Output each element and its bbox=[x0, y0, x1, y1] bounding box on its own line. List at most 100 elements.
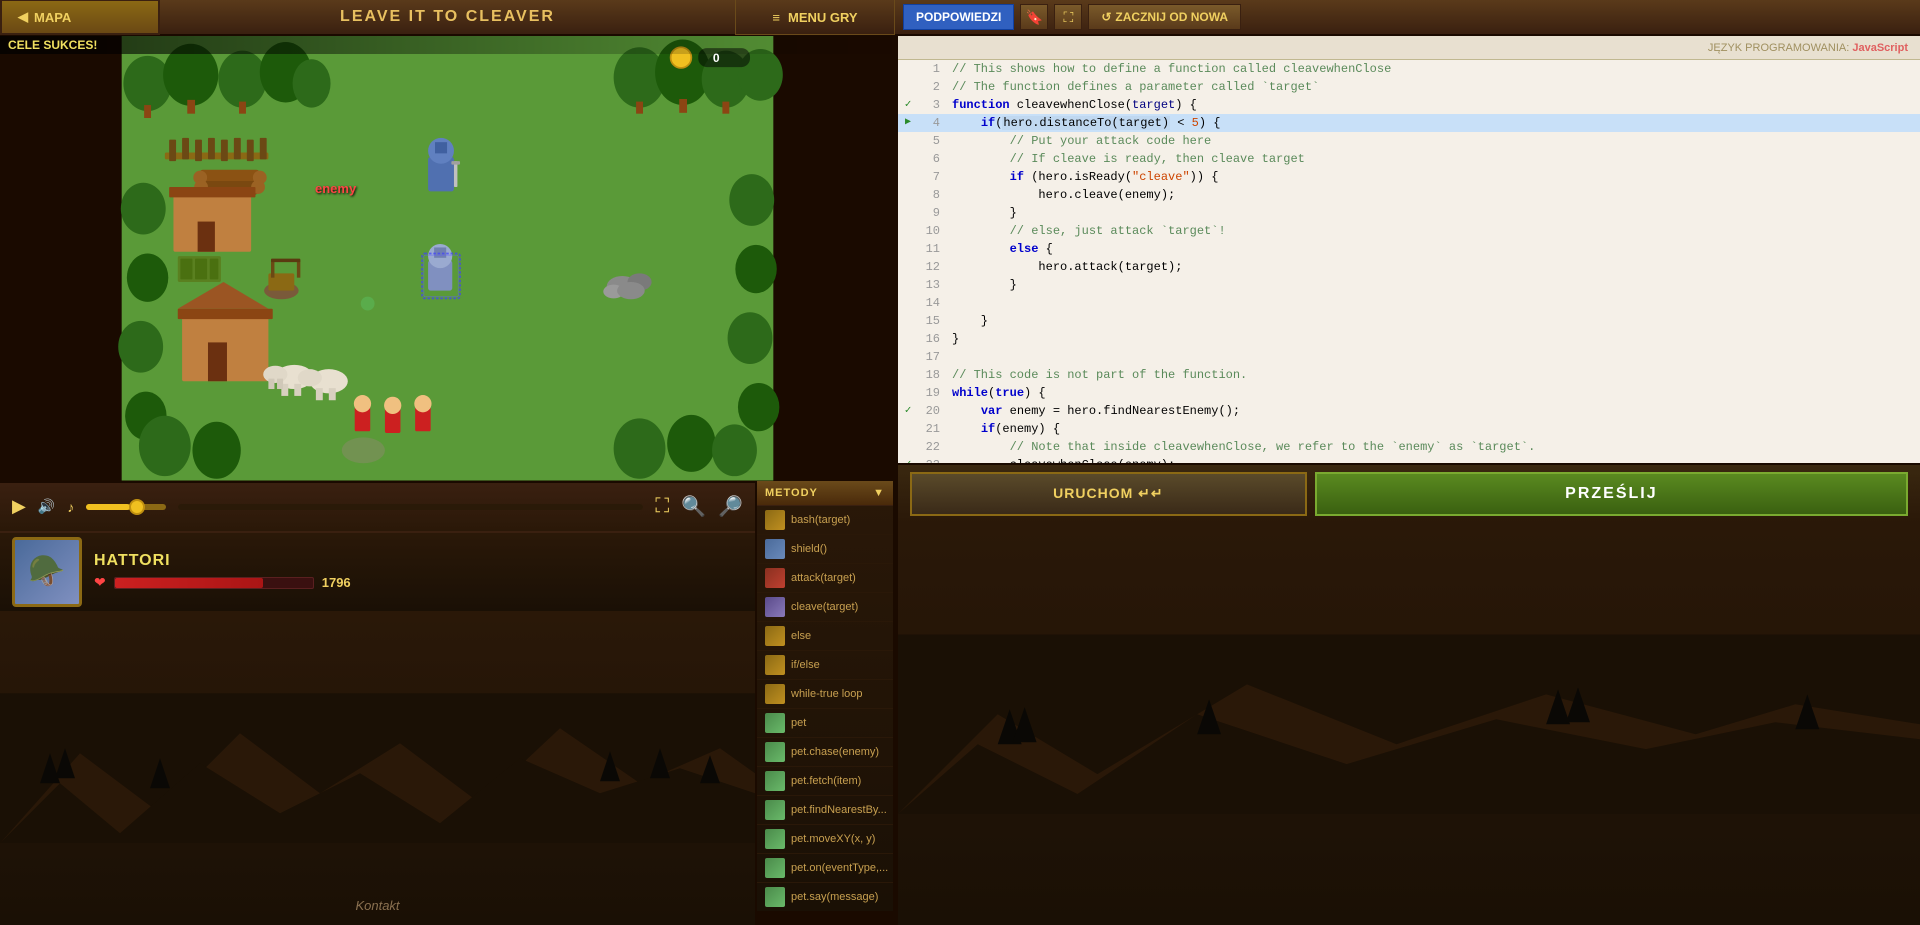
method-pet-on[interactable]: pet.on(eventType,... bbox=[757, 854, 893, 883]
methods-label: METODY bbox=[765, 487, 818, 499]
fullscreen-icon: ⛶ bbox=[1063, 9, 1073, 26]
cel-label: CELE SUKCES! bbox=[8, 38, 97, 52]
lang-label-text: JĘZYK PROGRAMOWANIA: bbox=[1708, 42, 1849, 54]
method-attack[interactable]: attack(target) bbox=[757, 564, 893, 593]
else-icon bbox=[765, 626, 785, 646]
game-scene: 0 bbox=[0, 36, 895, 481]
methods-panel: METODY ▼ bash(target) shield() bbox=[755, 481, 895, 911]
avatar: 🪖 bbox=[12, 537, 82, 607]
code-line-10: 10 // else, just attack `target`! bbox=[898, 222, 1920, 240]
marker-4: ▶ bbox=[898, 114, 918, 132]
methods-list: bash(target) shield() attack(target) bbox=[757, 506, 893, 911]
pet-on-label: pet.on(eventType,... bbox=[791, 862, 888, 874]
bash-icon bbox=[765, 510, 785, 530]
code-line-18: 18 // This code is not part of the funct… bbox=[898, 366, 1920, 384]
methods-header: METODY ▼ bbox=[757, 481, 893, 506]
code-line-4: ▶ 4 if(hero.distanceTo(target) < 5) { bbox=[898, 114, 1920, 132]
editor-panel: JĘZYK PROGRAMOWANIA: JavaScript 1 // Thi… bbox=[895, 36, 1920, 925]
menu-button[interactable]: ≡ MENU GRY bbox=[735, 0, 895, 35]
run-button[interactable]: URUCHOM ↵↵ bbox=[910, 472, 1307, 516]
zoom-out-button[interactable]: 🔎 bbox=[718, 494, 743, 519]
menu-label: MENU GRY bbox=[788, 10, 858, 25]
ifelse-label: if/else bbox=[791, 659, 820, 671]
pet-find-icon bbox=[765, 800, 785, 820]
while-icon bbox=[765, 684, 785, 704]
code-line-17: 17 bbox=[898, 348, 1920, 366]
pet-find-label: pet.findNearestBy... bbox=[791, 804, 887, 816]
shield-icon bbox=[765, 539, 785, 559]
expand-button[interactable]: ⛶ bbox=[655, 495, 669, 518]
shield-label: shield() bbox=[791, 543, 827, 555]
pet-fetch-label: pet.fetch(item) bbox=[791, 775, 861, 787]
code-line-6: 6 // If cleave is ready, then cleave tar… bbox=[898, 150, 1920, 168]
method-pet-fetch[interactable]: pet.fetch(item) bbox=[757, 767, 893, 796]
code-line-7: 7 if (hero.isReady("cleave")) { bbox=[898, 168, 1920, 186]
code-line-9: 9 } bbox=[898, 204, 1920, 222]
code-line-13: 13 } bbox=[898, 276, 1920, 294]
pet-move-icon bbox=[765, 829, 785, 849]
code-line-11: 11 else { bbox=[898, 240, 1920, 258]
method-while[interactable]: while-true loop bbox=[757, 680, 893, 709]
landscape-area: Kontakt bbox=[0, 611, 755, 925]
character-name: HATTORI bbox=[94, 552, 351, 570]
restart-button[interactable]: ↺ ZACZNIJ OD NOWA bbox=[1088, 4, 1241, 30]
bookmark-button[interactable]: 🔖 bbox=[1020, 4, 1048, 30]
health-value: 1796 bbox=[322, 575, 351, 590]
pet-chase-icon bbox=[765, 742, 785, 762]
cleave-label: cleave(target) bbox=[791, 601, 858, 613]
fullscreen-button[interactable]: ⛶ bbox=[1054, 4, 1082, 30]
code-line-21: 21 if(enemy) { bbox=[898, 420, 1920, 438]
music-button[interactable]: ♪ bbox=[67, 499, 74, 515]
code-editor[interactable]: 1 // This shows how to define a function… bbox=[898, 60, 1920, 463]
attack-icon bbox=[765, 568, 785, 588]
submit-button[interactable]: PRZEŚLIJ bbox=[1315, 472, 1908, 516]
play-button[interactable]: ▶ bbox=[12, 496, 26, 517]
code-line-15: 15 } bbox=[898, 312, 1920, 330]
method-shield[interactable]: shield() bbox=[757, 535, 893, 564]
sound-button[interactable]: 🔊 bbox=[38, 498, 55, 515]
code-line-22: 22 // Note that inside cleavewhenClose, … bbox=[898, 438, 1920, 456]
pet-on-icon bbox=[765, 858, 785, 878]
lang-name: JavaScript bbox=[1852, 42, 1908, 54]
marker-20: ✓ bbox=[898, 402, 918, 420]
restart-label: ZACZNIJ OD NOWA bbox=[1115, 10, 1228, 24]
hint-button[interactable]: PODPOWIEDZI bbox=[903, 4, 1014, 30]
code-line-16: 16 } bbox=[898, 330, 1920, 348]
method-ifelse[interactable]: if/else bbox=[757, 651, 893, 680]
enemy-label: enemy bbox=[315, 181, 356, 196]
landscape-svg bbox=[0, 611, 755, 925]
method-cleave[interactable]: cleave(target) bbox=[757, 593, 893, 622]
character-bar: 🪖 HATTORI ❤ 1796 bbox=[0, 531, 755, 611]
cleave-icon bbox=[765, 597, 785, 617]
contact-link[interactable]: Kontakt bbox=[355, 898, 399, 913]
method-pet[interactable]: pet bbox=[757, 709, 893, 738]
pet-say-icon bbox=[765, 887, 785, 907]
attack-label: attack(target) bbox=[791, 572, 856, 584]
pet-chase-label: pet.chase(enemy) bbox=[791, 746, 879, 758]
code-line-5: 5 // Put your attack code here bbox=[898, 132, 1920, 150]
heart-icon: ❤ bbox=[94, 574, 106, 591]
health-fill bbox=[115, 578, 264, 588]
cel-bar: CELE SUKCES! bbox=[0, 36, 895, 54]
code-line-3: ✓ 3 function cleavewhenClose(target) { bbox=[898, 96, 1920, 114]
health-bar bbox=[114, 577, 314, 589]
else-label: else bbox=[791, 630, 811, 642]
methods-expand-icon[interactable]: ▼ bbox=[873, 487, 885, 499]
code-line-12: 12 hero.attack(target); bbox=[898, 258, 1920, 276]
game-title: LEAVE IT TO CLEAVER bbox=[160, 8, 735, 26]
zoom-in-button[interactable]: 🔍 bbox=[681, 494, 706, 519]
method-pet-find[interactable]: pet.findNearestBy... bbox=[757, 796, 893, 825]
method-pet-say[interactable]: pet.say(message) bbox=[757, 883, 893, 911]
method-bash[interactable]: bash(target) bbox=[757, 506, 893, 535]
pet-icon bbox=[765, 713, 785, 733]
code-line-19: 19 while(true) { bbox=[898, 384, 1920, 402]
map-button[interactable]: ◀ MAPA bbox=[0, 0, 160, 35]
code-line-8: 8 hero.cleave(enemy); bbox=[898, 186, 1920, 204]
pet-fetch-icon bbox=[765, 771, 785, 791]
code-line-2: 2 // The function defines a parameter ca… bbox=[898, 78, 1920, 96]
method-else[interactable]: else bbox=[757, 622, 893, 651]
bookmark-icon: 🔖 bbox=[1026, 9, 1043, 26]
method-pet-chase[interactable]: pet.chase(enemy) bbox=[757, 738, 893, 767]
volume-slider[interactable] bbox=[86, 504, 166, 510]
method-pet-move[interactable]: pet.moveXY(x, y) bbox=[757, 825, 893, 854]
